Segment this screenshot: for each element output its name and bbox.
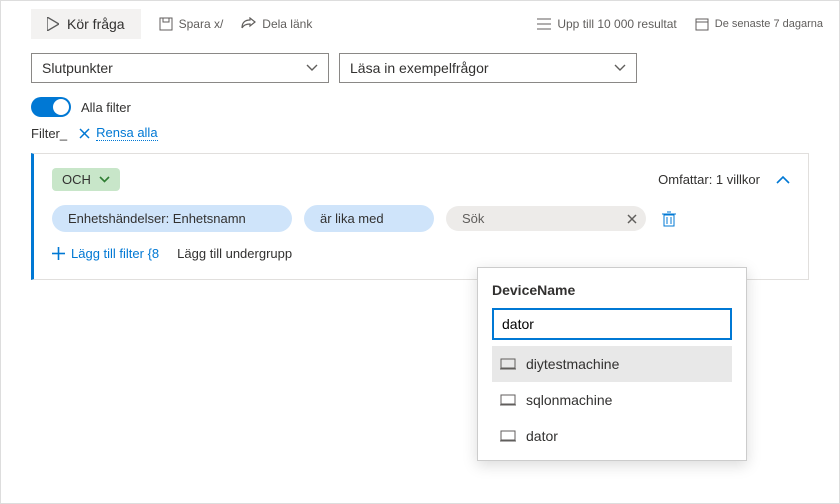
time-range-button[interactable]: De senaste 7 dagarna bbox=[695, 17, 823, 31]
toolbar: Kör fråga Spara x/ Dela länk Upp till 10… bbox=[1, 1, 839, 47]
suggestion-item[interactable]: dator bbox=[492, 418, 732, 454]
query-builder-card: OCH Omfattar: 1 villkor Enhetshändelser:… bbox=[31, 153, 809, 280]
chevron-down-icon bbox=[99, 176, 110, 183]
device-icon bbox=[500, 430, 516, 442]
run-query-label: Kör fråga bbox=[67, 16, 125, 32]
suggestion-item[interactable]: sqlonmachine bbox=[492, 382, 732, 418]
chevron-down-icon bbox=[306, 64, 318, 72]
device-icon bbox=[500, 358, 516, 370]
time-range-label: De senaste 7 dagarna bbox=[715, 18, 823, 30]
save-button[interactable]: Spara x/ bbox=[159, 17, 224, 31]
popover-search-input[interactable] bbox=[492, 308, 732, 340]
condition-row: Enhetshändelser: Enhetsnamn är lika med … bbox=[52, 205, 790, 232]
filter-actions-row: Filter_ Rensa alla bbox=[1, 125, 839, 153]
add-filter-button[interactable]: Lägg till filter {8 bbox=[52, 246, 159, 261]
result-limit-label: Upp till 10 000 resultat bbox=[557, 17, 676, 31]
share-link-button[interactable]: Dela länk bbox=[241, 17, 312, 31]
play-icon bbox=[47, 17, 59, 31]
toggle-row: Alla filter bbox=[1, 93, 839, 125]
share-icon bbox=[241, 17, 256, 31]
clear-all-link[interactable]: Rensa alla bbox=[96, 125, 157, 141]
logic-operator-label: OCH bbox=[62, 172, 91, 187]
chevron-up-icon[interactable] bbox=[776, 175, 790, 184]
all-filters-label: Alla filter bbox=[81, 100, 131, 115]
add-actions-row: Lägg till filter {8 Lägg till undergrupp bbox=[52, 246, 790, 261]
delete-condition-icon[interactable] bbox=[662, 211, 676, 227]
samples-select[interactable]: Läsa in exempelfrågor bbox=[339, 53, 637, 83]
chevron-down-icon bbox=[614, 64, 626, 72]
save-label: Spara x/ bbox=[179, 17, 224, 31]
device-icon bbox=[500, 394, 516, 406]
suggestion-label: diytestmachine bbox=[526, 356, 619, 372]
close-icon[interactable] bbox=[79, 128, 90, 139]
save-icon bbox=[159, 17, 173, 31]
plus-icon bbox=[52, 247, 65, 260]
suggestion-label: sqlonmachine bbox=[526, 392, 612, 408]
samples-select-label: Läsa in exempelfrågor bbox=[350, 60, 489, 76]
popover-title: DeviceName bbox=[492, 282, 732, 298]
condition-summary: Omfattar: 1 villkor bbox=[658, 172, 790, 187]
value-suggest-popover: DeviceName diytestmachine sqlonmachine d… bbox=[477, 267, 747, 461]
add-subgroup-button[interactable]: Lägg till undergrupp bbox=[177, 246, 292, 261]
suggestion-label: dator bbox=[526, 428, 558, 444]
suggestion-item[interactable]: diytestmachine bbox=[492, 346, 732, 382]
filter-label: Filter_ bbox=[31, 126, 67, 141]
dropdown-row: Slutpunkter Läsa in exempelfrågor bbox=[1, 47, 839, 93]
list-icon bbox=[537, 18, 551, 30]
condition-summary-text: Omfattar: 1 villkor bbox=[658, 172, 760, 187]
logic-operator-pill[interactable]: OCH bbox=[52, 168, 120, 191]
operator-pill-label: är lika med bbox=[320, 211, 384, 226]
card-header: OCH Omfattar: 1 villkor bbox=[52, 168, 790, 191]
add-filter-label: Lägg till filter {8 bbox=[71, 246, 159, 261]
field-pill-label: Enhetshändelser: Enhetsnamn bbox=[68, 211, 246, 226]
field-pill[interactable]: Enhetshändelser: Enhetsnamn bbox=[52, 205, 292, 232]
run-query-button[interactable]: Kör fråga bbox=[31, 9, 141, 39]
all-filters-toggle[interactable] bbox=[31, 97, 71, 117]
calendar-icon bbox=[695, 17, 709, 31]
scope-select-label: Slutpunkter bbox=[42, 60, 113, 76]
scope-select[interactable]: Slutpunkter bbox=[31, 53, 329, 83]
clear-value-icon[interactable] bbox=[626, 213, 638, 225]
result-limit-button[interactable]: Upp till 10 000 resultat bbox=[537, 17, 676, 31]
operator-pill[interactable]: är lika med bbox=[304, 205, 434, 232]
value-search-placeholder: Sök bbox=[462, 211, 484, 226]
value-search-pill[interactable]: Sök bbox=[446, 206, 646, 231]
share-label: Dela länk bbox=[262, 17, 312, 31]
